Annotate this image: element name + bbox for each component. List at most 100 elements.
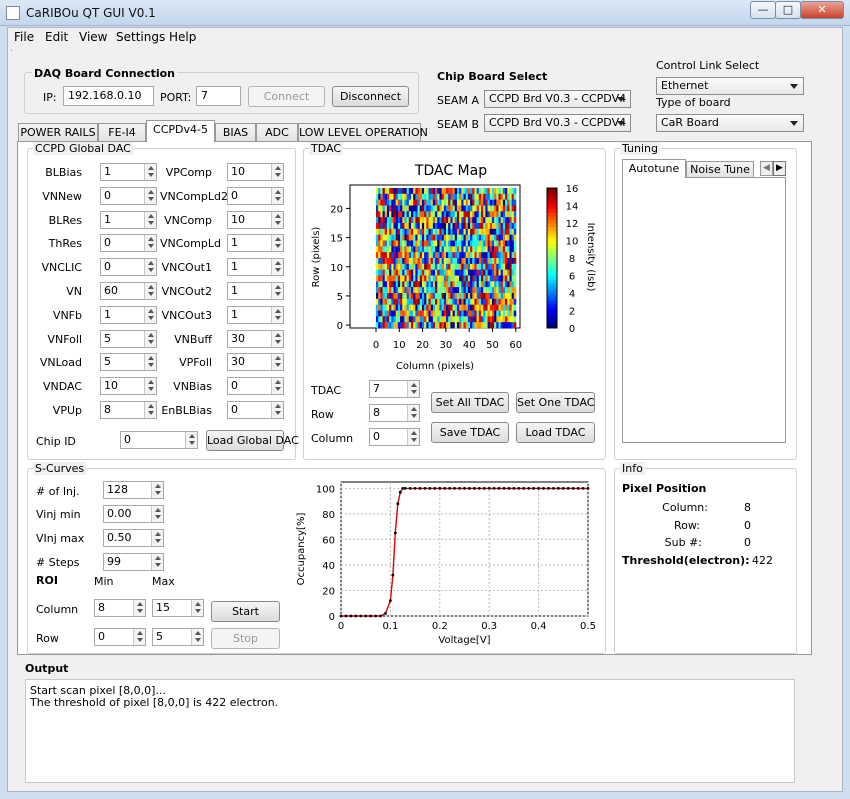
dac-spinbox-vncout3[interactable]: 1	[227, 305, 284, 324]
dac-spinbox-vnload[interactable]: 5	[100, 353, 157, 372]
dac-spinbox-vncout2[interactable]: 1	[227, 282, 284, 300]
dac-spinbox-vncompld[interactable]: 1	[227, 234, 284, 253]
spin-arrows-icon[interactable]	[144, 283, 156, 299]
spin-arrows-icon[interactable]	[133, 600, 145, 616]
dac-spinbox-vpfoll[interactable]: 30	[227, 353, 284, 372]
dac-spinbox-vnfb[interactable]: 1	[100, 305, 157, 324]
control-link-select[interactable]: Ethernet	[656, 77, 804, 95]
dac-spinbox-vncompld2[interactable]: 0	[227, 186, 284, 205]
vinj-max-spinbox[interactable]: 0.50	[103, 529, 164, 547]
tab-noise-tune[interactable]: Noise Tune	[686, 161, 754, 177]
spin-arrows-icon[interactable]	[191, 600, 203, 616]
spin-arrows-icon[interactable]	[191, 629, 203, 645]
spin-arrows-icon[interactable]	[144, 235, 156, 252]
close-button[interactable]: ✕	[800, 1, 844, 19]
spin-arrows-icon[interactable]	[144, 402, 156, 418]
inj-spinbox[interactable]: 128	[103, 481, 164, 499]
spin-arrows-icon[interactable]	[271, 306, 283, 323]
spin-arrows-icon[interactable]	[144, 164, 156, 180]
dac-spinbox-blbias[interactable]: 1	[100, 163, 157, 181]
load-global-dac-button[interactable]: Load Global DAC	[206, 430, 299, 451]
spin-arrows-icon[interactable]	[151, 506, 163, 522]
tdac-row-spinbox[interactable]: 8	[369, 404, 420, 422]
spin-arrows-icon[interactable]	[407, 429, 419, 445]
load-tdac-button[interactable]: Load TDAC	[516, 422, 595, 443]
dac-spinbox-blres[interactable]: 1	[100, 210, 157, 229]
spin-arrows-icon[interactable]	[151, 482, 163, 498]
menu-help[interactable]: Help	[169, 30, 196, 44]
output-log[interactable]: Start scan pixel [8,0,0]... The threshol…	[25, 679, 795, 783]
maximize-button[interactable]: □	[775, 1, 801, 19]
spin-arrows-icon[interactable]	[144, 211, 156, 228]
start-button[interactable]: Start	[211, 601, 280, 622]
set-all-tdac-button[interactable]: Set All TDAC	[431, 392, 509, 413]
tab-adc[interactable]: ADC	[256, 123, 298, 141]
spin-arrows-icon[interactable]	[144, 330, 156, 347]
tab-scroll-left-icon[interactable]: ◀	[760, 161, 773, 176]
minimize-button[interactable]: —	[750, 1, 776, 19]
chip-id-spinbox[interactable]: 0	[120, 431, 198, 449]
dac-spinbox-thres[interactable]: 0	[100, 234, 157, 253]
vinj-min-spinbox[interactable]: 0.00	[103, 505, 164, 523]
tab-autotune[interactable]: Autotune	[622, 159, 686, 178]
dac-spinbox-vn[interactable]: 60	[100, 282, 157, 300]
seam-b-select[interactable]: CCPD Brd V0.3 - CCPDV4	[484, 114, 631, 132]
spin-arrows-icon[interactable]	[271, 164, 283, 180]
dac-spinbox-vnnew[interactable]: 0	[100, 186, 157, 205]
steps-spinbox[interactable]: 99	[103, 553, 164, 571]
spin-arrows-icon[interactable]	[144, 259, 156, 276]
spin-arrows-icon[interactable]	[144, 378, 156, 395]
menu-edit[interactable]: Edit	[45, 30, 68, 44]
tab-ccpdv4-5[interactable]: CCPDv4-5	[146, 120, 215, 142]
stop-button[interactable]: Stop	[211, 628, 280, 649]
tab-fe-i4[interactable]: FE-I4	[98, 123, 146, 141]
dac-spinbox-vnclic[interactable]: 0	[100, 258, 157, 277]
board-type-select[interactable]: CaR Board	[656, 114, 804, 132]
dac-spinbox-vnbuff[interactable]: 30	[227, 329, 284, 348]
dac-spinbox-vncomp[interactable]: 10	[227, 210, 284, 229]
tdac-spinbox[interactable]: 7	[369, 380, 420, 398]
dac-spinbox-vncout1[interactable]: 1	[227, 258, 284, 277]
spin-arrows-icon[interactable]	[271, 187, 283, 204]
spin-arrows-icon[interactable]	[271, 259, 283, 276]
save-tdac-button[interactable]: Save TDAC	[431, 422, 509, 443]
spin-arrows-icon[interactable]	[271, 211, 283, 228]
dac-spinbox-vndac[interactable]: 10	[100, 377, 157, 396]
spin-arrows-icon[interactable]	[144, 354, 156, 371]
tab-power-rails[interactable]: POWER RAILS	[18, 123, 98, 141]
dac-spinbox-vnfoll[interactable]: 5	[100, 329, 157, 348]
dac-spinbox-vpup[interactable]: 8	[100, 401, 157, 419]
roi-column-max-spinbox[interactable]: 15	[152, 599, 204, 617]
dac-spinbox-enblbias[interactable]: 0	[227, 401, 284, 419]
disconnect-button[interactable]: Disconnect	[332, 86, 409, 107]
tab-scroll-right-icon[interactable]: ▶	[773, 161, 786, 176]
spin-arrows-icon[interactable]	[151, 530, 163, 546]
tab-low-level-operation[interactable]: LOW LEVEL OPERATION	[298, 123, 428, 141]
connect-button[interactable]: Connect	[248, 86, 325, 107]
spin-arrows-icon[interactable]	[144, 187, 156, 204]
menu-settings[interactable]: Settings	[116, 30, 165, 44]
tdac-column-spinbox[interactable]: 0	[369, 428, 420, 446]
port-input[interactable]: 7	[196, 86, 241, 106]
spin-arrows-icon[interactable]	[271, 354, 283, 371]
spin-arrows-icon[interactable]	[407, 405, 419, 421]
seam-a-select[interactable]: CCPD Brd V0.3 - CCPDV4	[484, 90, 631, 108]
roi-row-max-spinbox[interactable]: 5	[152, 628, 204, 646]
ip-input[interactable]: 192.168.0.10	[63, 86, 154, 106]
spin-arrows-icon[interactable]	[133, 629, 145, 645]
menu-file[interactable]: File	[14, 30, 34, 44]
spin-arrows-icon[interactable]	[271, 402, 283, 418]
spin-arrows-icon[interactable]	[271, 283, 283, 299]
spin-arrows-icon[interactable]	[271, 235, 283, 252]
spin-arrows-icon[interactable]	[144, 306, 156, 323]
roi-row-min-spinbox[interactable]: 0	[94, 628, 146, 646]
roi-column-min-spinbox[interactable]: 8	[94, 599, 146, 617]
tab-bias[interactable]: BIAS	[215, 123, 256, 141]
set-one-tdac-button[interactable]: Set One TDAC	[516, 392, 595, 413]
spin-arrows-icon[interactable]	[151, 554, 163, 570]
spin-arrows-icon[interactable]	[271, 378, 283, 395]
dac-spinbox-vnbias[interactable]: 0	[227, 377, 284, 396]
spin-arrows-icon[interactable]	[271, 330, 283, 347]
spin-arrows-icon[interactable]	[185, 432, 197, 448]
dac-spinbox-vpcomp[interactable]: 10	[227, 163, 284, 181]
